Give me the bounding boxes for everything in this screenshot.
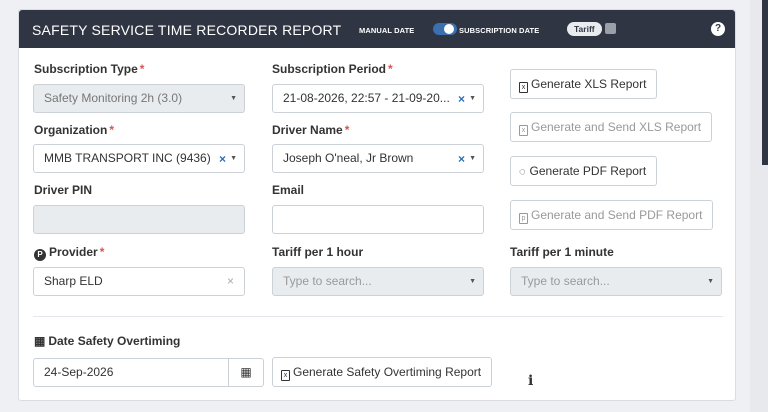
xls-file-icon: x	[519, 125, 528, 136]
clear-icon[interactable]: ×	[219, 146, 226, 172]
tariff-badge: Tariff	[567, 22, 602, 36]
organization-label: Organization *	[34, 123, 115, 137]
subscription-period-select[interactable]: 21-08-2026, 22:57 - 21-09-20... × ▼	[272, 84, 484, 113]
page-title: SAFETY SERVICE TIME RECORDER REPORT	[32, 22, 342, 38]
email-label: Email	[272, 183, 305, 197]
tariff-checkbox[interactable]	[605, 23, 616, 34]
chevron-down-icon: ▼	[230, 95, 237, 102]
tariff-hour-label: Tariff per 1 hour	[272, 245, 364, 259]
date-overtiming-label: ▦ Date Safety Overtiming	[34, 334, 181, 348]
info-icon[interactable]: i	[528, 373, 533, 389]
driver-name-select[interactable]: Joseph O'neal, Jr Brown × ▼	[272, 144, 484, 173]
section-divider	[33, 316, 723, 317]
generate-xls-button[interactable]: x Generate XLS Report	[510, 69, 658, 99]
tariff-minute-label: Tariff per 1 minute	[510, 245, 614, 259]
help-icon[interactable]: ?	[711, 22, 725, 36]
email-input[interactable]	[272, 205, 484, 234]
chevron-down-icon: ▼	[707, 278, 714, 285]
panel-header: SAFETY SERVICE TIME RECORDER REPORT MANU…	[19, 10, 735, 48]
spinner-icon: ◌	[519, 166, 526, 178]
pdf-file-icon: p	[519, 213, 528, 224]
calendar-button[interactable]: ▦	[228, 358, 264, 387]
chevron-down-icon: ▼	[230, 155, 237, 162]
manual-date-label: MANUAL DATE	[359, 26, 415, 35]
tariff-hour-select[interactable]: Type to search... ▼	[272, 267, 484, 296]
driver-pin-input[interactable]	[33, 205, 245, 234]
subscription-period-label: Subscription Period *	[272, 62, 393, 76]
generate-send-xls-button[interactable]: x Generate and Send XLS Report	[510, 112, 713, 142]
provider-icon: P	[34, 249, 46, 261]
provider-label: P Provider *	[34, 245, 104, 261]
provider-input[interactable]: Sharp ELD ×	[33, 267, 245, 296]
generate-overtiming-button[interactable]: x Generate Safety Overtiming Report	[272, 357, 493, 387]
clear-icon[interactable]: ×	[458, 86, 465, 112]
subscription-date-label: SUBSCRIPTION DATE	[459, 26, 540, 35]
driver-pin-label: Driver PIN	[34, 183, 93, 197]
clear-icon[interactable]: ×	[227, 268, 234, 295]
xls-file-icon: x	[281, 370, 290, 381]
calendar-icon: ▦	[240, 365, 252, 379]
driver-name-label: Driver Name *	[272, 123, 350, 137]
toggle-knob	[444, 24, 454, 34]
page-scrollbar-thumb[interactable]	[762, 0, 768, 165]
date-mode-toggle[interactable]	[433, 23, 457, 35]
chevron-down-icon: ▼	[469, 95, 476, 102]
organization-select[interactable]: MMB TRANSPORT INC (9436) × ▼	[33, 144, 245, 173]
date-overtiming-input[interactable]: 24-Sep-2026	[33, 358, 229, 387]
calendar-icon: ▦	[34, 334, 46, 348]
generate-send-pdf-button[interactable]: p Generate and Send PDF Report	[510, 200, 714, 230]
subscription-type-label: Subscription Type *	[34, 62, 145, 76]
xls-file-icon: x	[519, 82, 528, 93]
clear-icon[interactable]: ×	[458, 146, 465, 172]
chevron-down-icon: ▼	[469, 278, 476, 285]
chevron-down-icon: ▼	[469, 155, 476, 162]
subscription-type-select[interactable]: Safety Monitoring 2h (3.0) ▼	[33, 84, 245, 113]
report-panel: SAFETY SERVICE TIME RECORDER REPORT MANU…	[18, 9, 736, 401]
generate-pdf-button[interactable]: ◌ Generate PDF Report	[510, 156, 658, 186]
tariff-minute-select[interactable]: Type to search... ▼	[510, 267, 722, 296]
